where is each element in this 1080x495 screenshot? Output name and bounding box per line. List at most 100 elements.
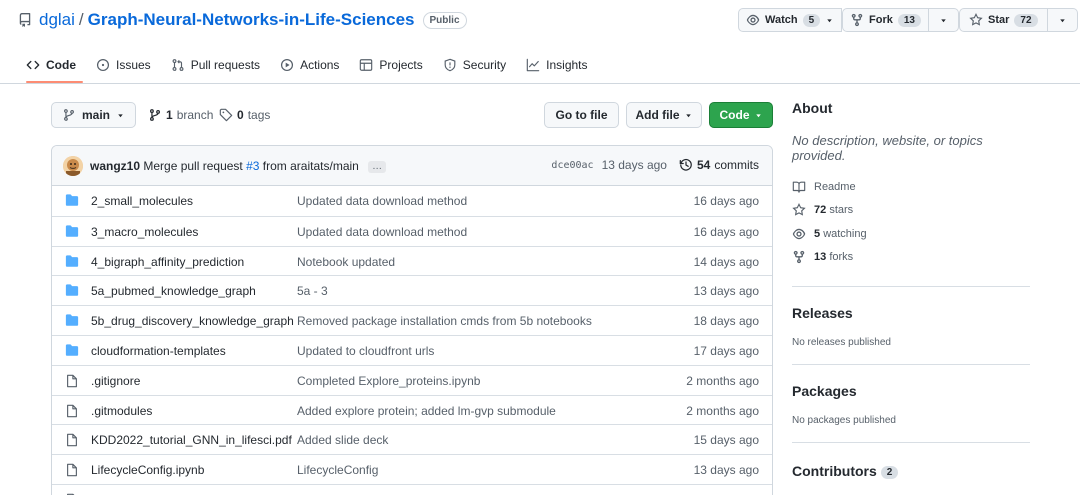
- contributors-label: Contributors: [792, 463, 877, 479]
- sidebar-divider: [792, 286, 1030, 287]
- folder-icon: [65, 194, 79, 207]
- file-name-link[interactable]: .gitignore: [91, 374, 140, 388]
- file-row[interactable]: 4_bigraph_affinity_prediction Notebook up…: [52, 245, 772, 276]
- commits-count: 54: [696, 158, 711, 172]
- commit-sha-link[interactable]: dce00ac: [551, 160, 593, 171]
- fork-label: Fork: [869, 14, 893, 26]
- repo-name-link[interactable]: Graph-Neural-Networks-in-Life-Sciences: [88, 10, 415, 30]
- fork-dropdown-button[interactable]: [928, 8, 959, 32]
- file-commit-message-link[interactable]: Notebook updated: [297, 255, 395, 269]
- watching-count: 5: [814, 227, 821, 240]
- folder-icon: [65, 254, 79, 268]
- star-button[interactable]: Star 72: [959, 8, 1048, 32]
- file-row[interactable]: .gitmodules Added explore protein; added …: [52, 394, 772, 425]
- git-branch-icon: [64, 109, 74, 121]
- repo-owner-link[interactable]: dglai: [39, 10, 75, 30]
- tab-actions[interactable]: Actions: [270, 52, 349, 78]
- file-commit-message-link[interactable]: Completed Explore_proteins.ipynb: [297, 374, 480, 388]
- file-name-link[interactable]: 5a_pubmed_knowledge_graph: [91, 284, 256, 298]
- watch-count: 5: [802, 13, 821, 27]
- file-commit-message-link[interactable]: Added slide deck: [297, 433, 388, 447]
- file-age: 16 days ago: [693, 224, 759, 239]
- file-age: 13 days ago: [693, 463, 759, 478]
- contributors-heading[interactable]: Contributors 2: [792, 463, 1032, 479]
- file-name-link[interactable]: .gitmodules: [91, 404, 152, 418]
- commits-label: commits: [714, 158, 759, 172]
- stars-link[interactable]: 72 stars: [792, 199, 1032, 223]
- readme-link[interactable]: Readme: [792, 175, 1032, 199]
- stars-count: 72: [814, 204, 827, 217]
- file-name-link[interactable]: cloudformation-templates: [91, 344, 226, 358]
- latest-commit-bar: wangz10 Merge pull request #3 from arait…: [52, 146, 772, 186]
- tab-insights[interactable]: Insights: [516, 52, 597, 78]
- tab-security[interactable]: Security: [433, 52, 516, 78]
- tab-issues[interactable]: Issues: [86, 52, 161, 78]
- chevron-down-icon: [941, 18, 946, 22]
- file-name-link[interactable]: 2_small_molecules: [91, 194, 193, 208]
- repo-icon: [19, 13, 31, 27]
- tags-link[interactable]: 0 tags: [219, 108, 270, 122]
- file-commit-message-link[interactable]: Updated to cloudfront urls: [297, 344, 434, 358]
- folder-icon: [65, 344, 79, 357]
- code-button-label: Code: [719, 108, 750, 122]
- file-commit-message-link[interactable]: Added explore protein; added lm-gvp subm…: [297, 404, 556, 418]
- packages-heading[interactable]: Packages: [792, 383, 1032, 399]
- chevron-down-icon: [755, 113, 761, 117]
- file-name-link[interactable]: 4_bigraph_affinity_prediction: [91, 255, 244, 269]
- branches-link[interactable]: 1 branch: [148, 108, 213, 122]
- readme-label: Readme: [814, 180, 856, 193]
- file-name-link[interactable]: KDD2022_tutorial_GNN_in_lifesci.pdf: [91, 433, 292, 447]
- expand-commit-button[interactable]: …: [368, 160, 387, 173]
- star-dropdown-button[interactable]: [1047, 8, 1078, 32]
- tab-code[interactable]: Code: [16, 52, 86, 78]
- chevron-down-icon: [118, 113, 123, 117]
- tab-pull-requests[interactable]: Pull requests: [161, 52, 270, 78]
- commit-message-post[interactable]: from araitats/main: [263, 159, 359, 173]
- file-commit-message-link[interactable]: Updated data download method: [297, 225, 467, 239]
- file-commit-message-link[interactable]: 5a - 3: [297, 284, 328, 298]
- add-file-button[interactable]: Add file: [626, 102, 702, 128]
- fork-button[interactable]: Fork 13: [842, 8, 929, 32]
- go-to-file-button[interactable]: Go to file: [544, 102, 619, 128]
- file-row[interactable]: 3_macro_molecules Updated data download m…: [52, 215, 772, 246]
- file-age: 15 days ago: [693, 433, 759, 448]
- avatar[interactable]: [63, 156, 83, 176]
- file-commit-message-link[interactable]: LifecycleConfig: [297, 463, 378, 477]
- repo-header: dglai / Graph-Neural-Networks-in-Life-Sc…: [0, 0, 1080, 84]
- watching-link[interactable]: 5 watching: [792, 222, 1032, 246]
- shield-icon: [444, 58, 456, 72]
- file-row[interactable]: .gitignore Completed Explore_proteins.ipy…: [52, 364, 772, 395]
- releases-heading[interactable]: Releases: [792, 305, 1032, 321]
- tab-label: Projects: [379, 58, 423, 72]
- fork-icon: [851, 13, 863, 27]
- repo-nav-tabs: Code Issues Pull requests Actions Projec…: [16, 52, 598, 84]
- tags-label: tags: [247, 108, 271, 122]
- commit-author-link[interactable]: wangz10: [90, 159, 140, 173]
- file-commit-message-link[interactable]: Updated data download method: [297, 194, 467, 208]
- forks-link[interactable]: 13 forks: [792, 246, 1032, 270]
- watch-button[interactable]: Watch 5: [738, 8, 843, 32]
- file-name-link[interactable]: LifecycleConfig.ipynb: [91, 463, 204, 477]
- book-icon: [792, 181, 806, 193]
- chevron-down-icon: [1059, 18, 1065, 22]
- commits-history-link[interactable]: 54 commits: [679, 158, 759, 172]
- commit-message-pre[interactable]: Merge pull request: [143, 159, 242, 173]
- tab-projects[interactable]: Projects: [349, 52, 432, 78]
- code-dropdown-button[interactable]: Code: [709, 102, 773, 128]
- eye-icon: [746, 14, 760, 26]
- sidebar: About No description, website, or topics…: [792, 100, 1032, 479]
- file-row[interactable]: 2_small_molecules Updated data download m…: [52, 186, 772, 216]
- pull-request-link[interactable]: #3: [246, 159, 259, 173]
- about-heading: About: [792, 100, 833, 116]
- file-row[interactable]: KDD2022_tutorial_GNN_in_lifesci.pdf Added…: [52, 424, 772, 454]
- file-name-link[interactable]: 5b_drug_discovery_knowledge_graph: [91, 314, 294, 328]
- file-row[interactable]: 5b_drug_discovery_knowledge_graph Removed…: [52, 305, 772, 335]
- file-row[interactable]: [52, 483, 772, 495]
- branch-select-button[interactable]: main: [51, 102, 137, 128]
- file-row[interactable]: cloudformation-templates Updated to cloud…: [52, 334, 772, 365]
- file-row[interactable]: LifecycleConfig.ipynb LifecycleConfig 13 d…: [52, 454, 772, 484]
- file-row[interactable]: 5a_pubmed_knowledge_graph 5a - 3 13 days a…: [52, 275, 772, 305]
- file-name-link[interactable]: 3_macro_molecules: [91, 225, 198, 239]
- file-commit-message-link[interactable]: Removed package installation cmds from 5…: [297, 314, 592, 328]
- file-age: 13 days ago: [693, 284, 759, 299]
